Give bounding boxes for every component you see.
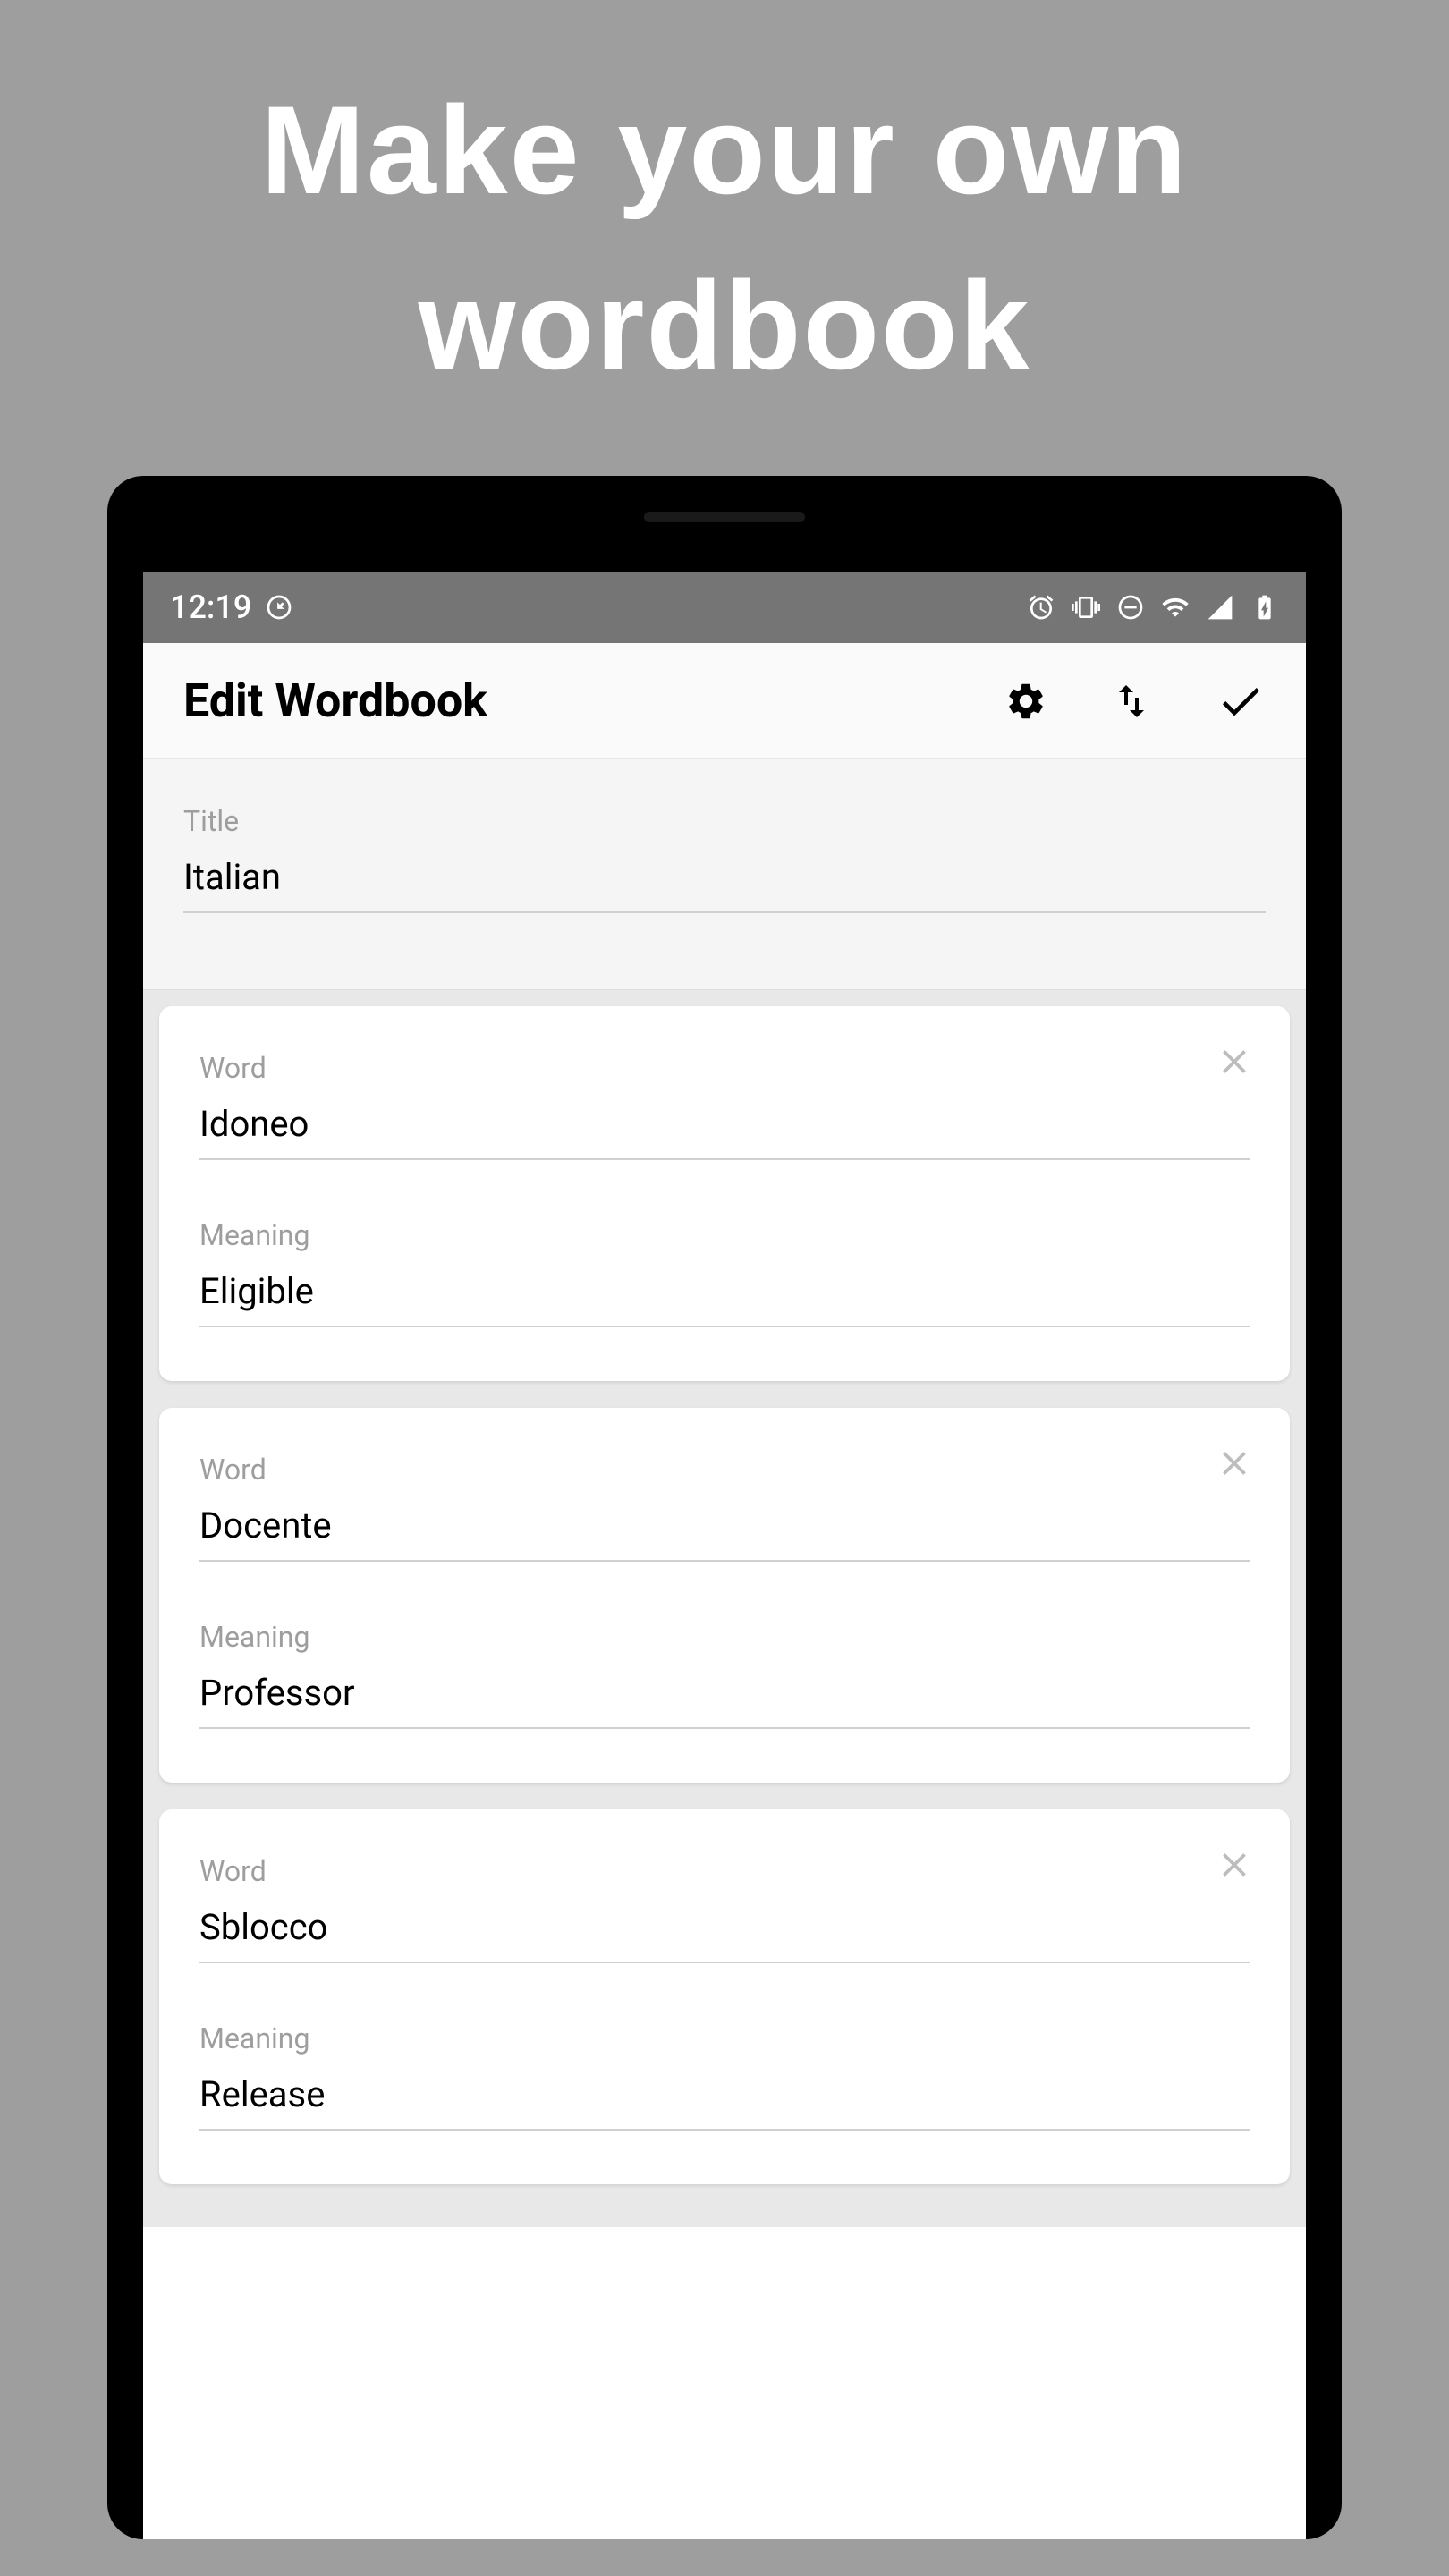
phone-frame: 12:19 Edit Wordbook Title It [107,476,1342,2539]
signal-icon [1206,593,1234,622]
sort-icon[interactable] [1110,680,1153,723]
word-card: Word Sblocco Meaning Release [159,1809,1290,2184]
dnd-icon [1116,593,1145,622]
word-label: Word [199,1854,1250,1888]
battery-icon [1250,593,1279,622]
close-icon[interactable] [1215,1444,1254,1483]
sync-icon [265,593,293,622]
close-icon[interactable] [1215,1042,1254,1081]
status-time: 12:19 [170,589,251,626]
cards-container: Word Idoneo Meaning Eligible Word Docent… [143,990,1306,2227]
wifi-icon [1161,593,1190,622]
word-card: Word Docente Meaning Professor [159,1408,1290,1783]
word-label: Word [199,1453,1250,1487]
word-label: Word [199,1051,1250,1085]
word-input[interactable]: Sblocco [199,1906,1250,1963]
title-label: Title [183,804,1266,838]
check-icon[interactable] [1216,676,1266,726]
alarm-icon [1027,593,1055,622]
close-icon[interactable] [1215,1845,1254,1885]
vibrate-icon [1072,593,1100,622]
meaning-label: Meaning [199,1218,1250,1252]
meaning-input[interactable]: Release [199,2073,1250,2131]
phone-speaker [644,512,805,522]
status-bar: 12:19 [143,572,1306,643]
meaning-input[interactable]: Eligible [199,1270,1250,1327]
gear-icon[interactable] [1004,680,1047,723]
promo-title: Make your own wordbook [0,0,1449,413]
meaning-input[interactable]: Professor [199,1672,1250,1729]
screen: 12:19 Edit Wordbook Title It [143,572,1306,2539]
word-card: Word Idoneo Meaning Eligible [159,1006,1290,1381]
meaning-label: Meaning [199,2021,1250,2055]
meaning-label: Meaning [199,1620,1250,1654]
title-section: Title Italian [143,759,1306,990]
title-input[interactable]: Italian [183,856,1266,913]
page-title: Edit Wordbook [183,674,487,728]
word-input[interactable]: Docente [199,1504,1250,1562]
word-input[interactable]: Idoneo [199,1103,1250,1160]
app-bar: Edit Wordbook [143,643,1306,759]
